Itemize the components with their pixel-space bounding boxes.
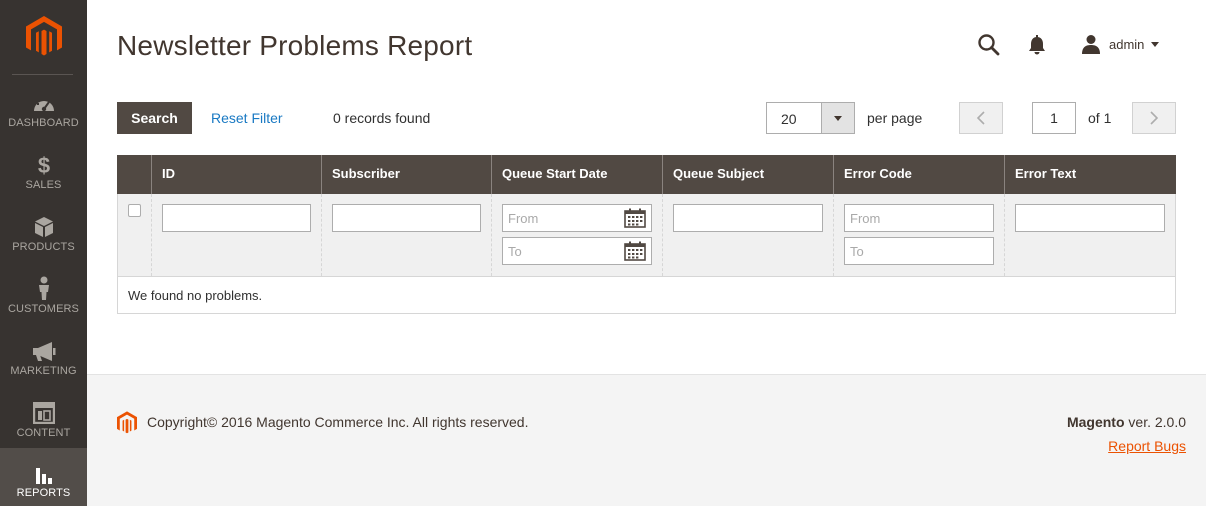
column-header-queue-subject[interactable]: Queue Subject — [662, 155, 833, 194]
per-page-value: 20 — [781, 111, 797, 127]
chevron-down-icon — [1151, 41, 1160, 47]
sidebar-item-sales[interactable]: $ SALES — [0, 140, 87, 202]
magento-logo[interactable] — [0, 0, 87, 74]
reset-filter-link[interactable]: Reset Filter — [211, 110, 283, 126]
dashboard-icon — [32, 92, 56, 114]
page-footer: Copyright© 2016 Magento Commerce Inc. Al… — [87, 374, 1206, 506]
sidebar-item-customers[interactable]: CUSTOMERS — [0, 264, 87, 326]
column-header-error-code[interactable]: Error Code — [833, 155, 1004, 194]
calendar-icon[interactable] — [624, 208, 646, 228]
date-from-field — [502, 204, 652, 232]
empty-grid-message: We found no problems. — [117, 276, 1176, 314]
filter-cell-id — [151, 194, 321, 276]
dropdown-toggle[interactable] — [821, 103, 854, 133]
layout-icon — [32, 402, 55, 424]
magento-logo-icon — [117, 411, 137, 434]
calendar-icon[interactable] — [624, 241, 646, 261]
admin-sidebar: DASHBOARD $ SALES PRODUCTS CUSTOMERS MAR… — [0, 0, 87, 506]
admin-user-menu[interactable]: admin — [1081, 32, 1160, 56]
chevron-down-icon — [834, 115, 842, 121]
user-icon — [1082, 35, 1100, 54]
magento-footer-logo — [117, 411, 137, 435]
column-header-subscriber[interactable]: Subscriber — [321, 155, 491, 194]
sidebar-item-label: DASHBOARD — [8, 117, 79, 129]
filter-error-code-to-input[interactable] — [844, 237, 994, 265]
filter-cell-error-code — [833, 194, 1004, 276]
brand-name: Magento — [1066, 414, 1125, 430]
report-bugs-link[interactable]: Report Bugs — [1108, 438, 1186, 454]
filter-queue-subject-input[interactable] — [673, 204, 823, 232]
sidebar-item-label: CUSTOMERS — [8, 303, 79, 315]
sidebar-item-content[interactable]: CONTENT — [0, 388, 87, 450]
date-to-field — [502, 237, 652, 265]
sidebar-item-marketing[interactable]: MARKETING — [0, 326, 87, 388]
filter-error-text-input[interactable] — [1015, 204, 1165, 232]
notifications-button[interactable] — [1027, 34, 1047, 56]
select-all-cell — [118, 194, 151, 276]
problems-grid: ID Subscriber Queue Start Date Queue Sub… — [117, 155, 1176, 314]
dollar-icon: $ — [36, 154, 52, 176]
next-page-button[interactable] — [1132, 102, 1176, 134]
sidebar-item-products[interactable]: PRODUCTS — [0, 202, 87, 264]
sidebar-item-dashboard[interactable]: DASHBOARD — [0, 78, 87, 140]
grid-filter-row — [117, 194, 1176, 276]
sidebar-item-reports[interactable]: REPORTS — [0, 448, 87, 506]
svg-text:$: $ — [37, 154, 49, 176]
select-column-header — [117, 155, 151, 194]
magento-logo-icon — [25, 16, 62, 56]
copyright-text: Copyright© 2016 Magento Commerce Inc. Al… — [147, 414, 529, 430]
person-icon — [37, 276, 51, 300]
chevron-right-icon — [1150, 111, 1159, 125]
version-number: ver. 2.0.0 — [1124, 414, 1186, 430]
select-all-checkbox[interactable] — [128, 204, 141, 217]
megaphone-icon — [32, 340, 56, 362]
per-page-label: per page — [867, 110, 923, 126]
bell-icon — [1029, 35, 1045, 55]
filter-cell-queue-start-date — [491, 194, 662, 276]
previous-page-button[interactable] — [959, 102, 1003, 134]
search-button[interactable]: Search — [117, 102, 192, 134]
records-count: 0 records found — [333, 110, 431, 126]
global-search-button[interactable] — [977, 33, 1001, 57]
filter-cell-queue-subject — [662, 194, 833, 276]
total-pages: of 1 — [1088, 110, 1112, 126]
search-icon — [978, 34, 1000, 56]
version-info: Magento ver. 2.0.0 — [1067, 414, 1186, 430]
sidebar-item-label: REPORTS — [16, 487, 71, 499]
sidebar-item-label: SALES — [25, 179, 62, 191]
page-title: Newsletter Problems Report — [117, 30, 473, 61]
admin-username: admin — [1109, 36, 1145, 52]
column-header-queue-start-date[interactable]: Queue Start Date — [491, 155, 662, 194]
sidebar-item-label: PRODUCTS — [12, 241, 75, 253]
bar-chart-icon — [34, 462, 54, 484]
sidebar-divider — [12, 74, 73, 75]
filter-error-code-from-input[interactable] — [844, 204, 994, 232]
grid-header-row: ID Subscriber Queue Start Date Queue Sub… — [117, 155, 1176, 194]
chevron-left-icon — [976, 111, 985, 125]
filter-id-input[interactable] — [162, 204, 311, 232]
column-header-error-text[interactable]: Error Text — [1004, 155, 1176, 194]
current-page-input[interactable] — [1032, 102, 1076, 134]
sidebar-item-label: MARKETING — [10, 365, 77, 377]
sidebar-item-label: CONTENT — [16, 427, 71, 439]
per-page-select[interactable]: 20 — [766, 102, 855, 134]
main-content: Newsletter Problems Report admin Search … — [87, 0, 1206, 374]
filter-cell-subscriber — [321, 194, 491, 276]
column-header-id[interactable]: ID — [151, 155, 321, 194]
filter-subscriber-input[interactable] — [332, 204, 481, 232]
filter-cell-error-text — [1004, 194, 1175, 276]
box-icon — [34, 216, 54, 238]
